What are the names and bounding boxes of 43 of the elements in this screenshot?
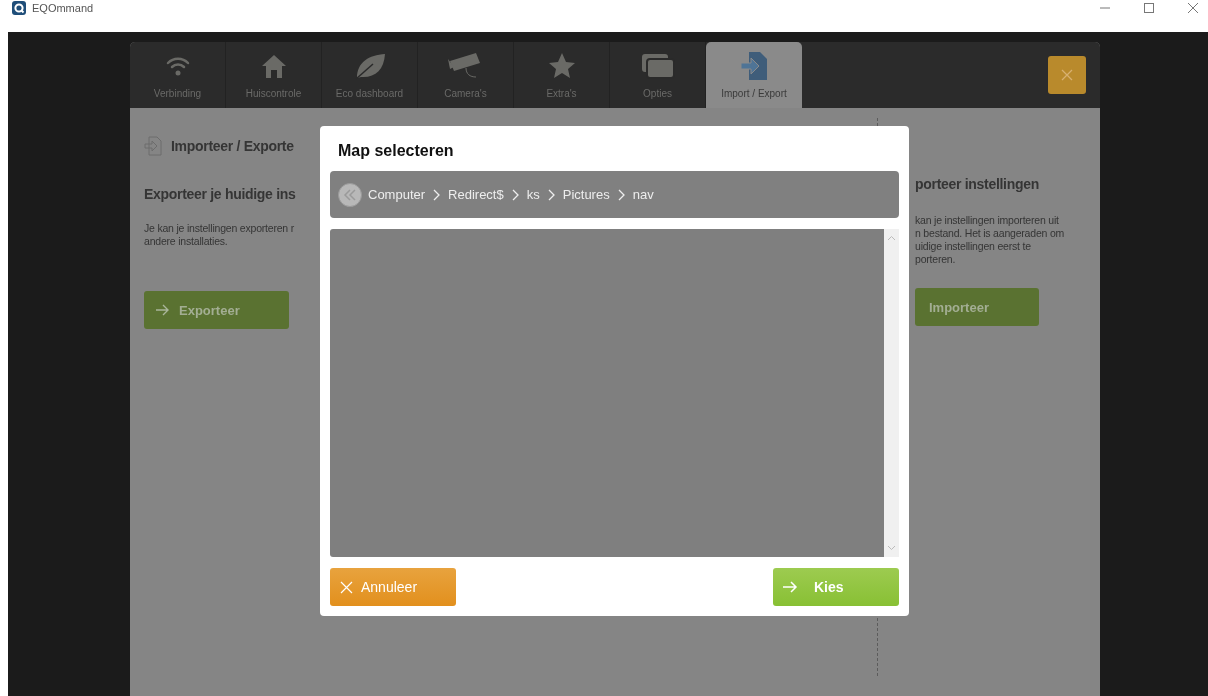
page-title: Importeer / Exporte — [171, 138, 294, 154]
windows-icon — [640, 53, 675, 79]
arrow-right-icon — [156, 304, 170, 316]
cancel-button[interactable]: Annuleer — [330, 568, 456, 606]
close-button[interactable] — [1048, 56, 1086, 94]
close-icon — [1061, 69, 1073, 81]
tab[interactable]: Camera's — [418, 42, 514, 108]
close-icon[interactable] — [1188, 3, 1198, 13]
arrow-right-icon — [783, 581, 798, 593]
maximize-icon[interactable] — [1144, 3, 1154, 13]
section-description: Je kan je instellingen exporteren r andere installaties. — [144, 222, 295, 248]
scrollbar[interactable] — [884, 229, 899, 557]
tab[interactable]: Eco dashboard — [322, 42, 418, 108]
chevron-down-icon[interactable] — [887, 545, 896, 551]
tab[interactable]: Import / Export — [706, 42, 802, 108]
choose-button[interactable]: Kies — [773, 568, 899, 606]
dialog-title: Map selecteren — [337, 141, 455, 161]
document-arrow-icon — [144, 136, 162, 156]
breadcrumb-link[interactable]: Redirect$ — [448, 187, 504, 202]
breadcrumb-link[interactable]: Pictures — [562, 187, 610, 202]
chevron-right-icon — [433, 188, 441, 201]
tab[interactable]: Verbinding — [130, 42, 226, 108]
section-heading: Exporteer je huidige ins — [144, 186, 297, 202]
breadcrumb-link[interactable]: nav — [632, 187, 654, 202]
chevron-right-icon — [547, 188, 555, 201]
breadcrumb-link[interactable]: Computer — [368, 187, 426, 202]
tab[interactable]: Opties — [610, 42, 706, 108]
double-chevron-left-icon — [343, 188, 357, 201]
chevron-right-icon — [511, 188, 519, 201]
close-icon — [340, 580, 353, 594]
section-description: kan je instellingen importeren uit n bestand. Het is aangeraden om uidige instellingen eerst te porteren. — [915, 214, 1066, 266]
window-title: EQOmmand — [32, 2, 94, 14]
document-arrow-icon — [740, 51, 768, 81]
chevron-up-icon[interactable] — [887, 235, 896, 241]
tab[interactable]: Huiscontrole — [226, 42, 322, 108]
chevron-right-icon — [617, 188, 625, 201]
export-button[interactable]: Exporteer — [144, 291, 289, 329]
back-button[interactable] — [338, 182, 362, 207]
star-icon — [547, 52, 576, 80]
tab[interactable]: Extra's — [514, 42, 610, 108]
section-heading: porteer instellingen — [915, 176, 1040, 192]
breadcrumb-link[interactable]: ks — [526, 187, 540, 202]
import-button[interactable]: Importeer — [915, 288, 1039, 326]
